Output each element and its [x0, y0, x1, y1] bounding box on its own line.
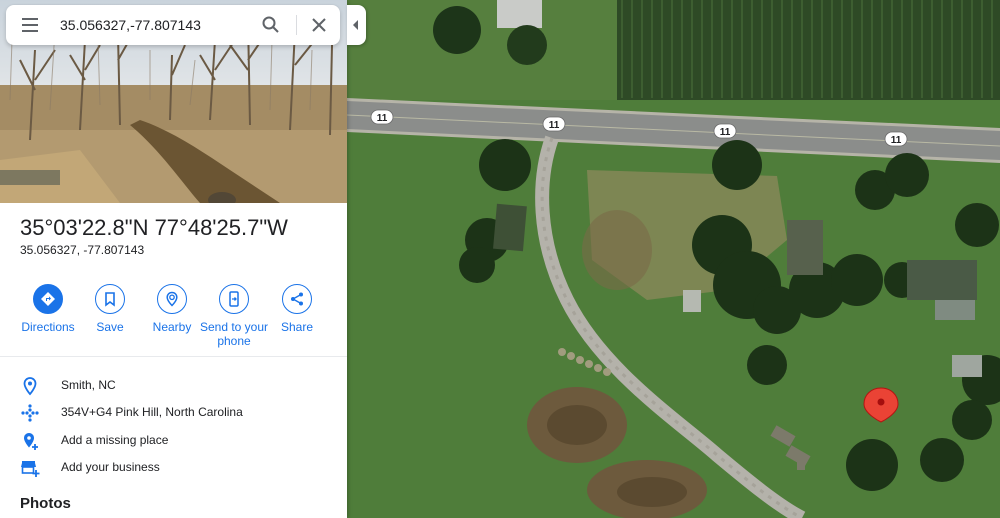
satellite-map[interactable]: 11 11 11 11 — [347, 0, 1000, 518]
directions-icon — [33, 284, 63, 314]
route-shield: 11 — [713, 123, 737, 139]
add-missing-place-row[interactable]: Add a missing place — [0, 427, 347, 453]
route-shield: 11 — [370, 109, 394, 125]
info-row-plus-code[interactable]: 354V+G4 Pink Hill, North Carolina — [0, 399, 347, 425]
directions-button[interactable]: Directions — [13, 284, 83, 334]
search-box — [6, 5, 340, 45]
info-row-locality[interactable]: Smith, NC — [0, 372, 347, 398]
menu-icon[interactable] — [16, 13, 44, 37]
nearby-button[interactable]: Nearby — [137, 284, 207, 334]
svg-text:11: 11 — [549, 120, 560, 131]
search-input[interactable] — [60, 13, 250, 37]
add-place-icon — [20, 431, 40, 451]
route-shield: 11 — [542, 116, 566, 132]
directions-label: Directions — [21, 320, 75, 334]
place-title: 35°03'22.8"N 77°48'25.7"W — [20, 215, 288, 240]
nearby-label: Nearby — [152, 320, 192, 334]
close-icon[interactable] — [308, 14, 330, 36]
side-panel: 35°03'22.8"N 77°48'25.7"W 35.056327, -77… — [0, 0, 347, 518]
route-shield: 11 — [884, 131, 908, 147]
add-business-row[interactable]: Add your business — [0, 454, 347, 480]
share-button[interactable]: Share — [262, 284, 332, 334]
place-coordinates: 35.056327, -77.807143 — [20, 243, 145, 257]
add-business-text: Add your business — [61, 460, 160, 474]
divider — [0, 356, 347, 357]
satellite-imagery: 11 11 11 11 — [347, 0, 1000, 518]
search-icon[interactable] — [260, 14, 282, 36]
send-to-phone-button[interactable]: Send to your phone — [199, 284, 269, 348]
share-label: Share — [280, 320, 314, 334]
add-missing-place-text: Add a missing place — [61, 433, 169, 447]
send-to-phone-label: Send to your phone — [199, 320, 269, 348]
plus-code-text: 354V+G4 Pink Hill, North Carolina — [61, 405, 243, 419]
search-divider — [296, 15, 297, 35]
save-button[interactable]: Save — [75, 284, 145, 334]
collapse-panel-button[interactable] — [347, 5, 366, 45]
caret-left-icon — [353, 20, 358, 30]
plus-code-icon — [20, 403, 40, 423]
bookmark-icon — [95, 284, 125, 314]
locality-text: Smith, NC — [61, 378, 116, 392]
location-pin-icon — [20, 376, 40, 396]
send-to-phone-icon — [219, 284, 249, 314]
svg-text:11: 11 — [891, 135, 902, 146]
svg-text:11: 11 — [377, 113, 388, 124]
save-label: Save — [96, 320, 124, 334]
share-icon — [282, 284, 312, 314]
svg-text:11: 11 — [720, 127, 731, 138]
add-business-icon — [20, 458, 40, 478]
nearby-icon — [157, 284, 187, 314]
photos-heading: Photos — [20, 495, 71, 512]
